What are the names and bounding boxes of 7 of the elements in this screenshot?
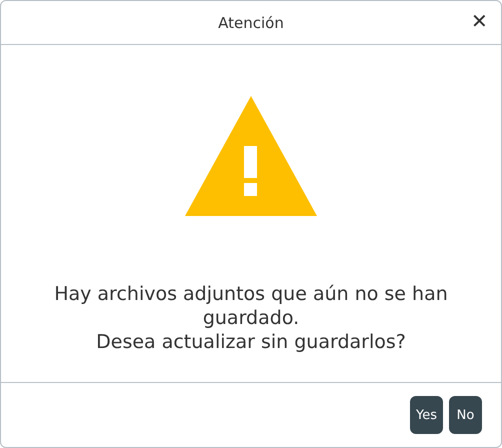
dialog-button[interactable]: No bbox=[449, 396, 482, 434]
dialog-button[interactable]: Yes bbox=[410, 396, 443, 434]
warning-icon bbox=[185, 96, 317, 216]
dialog-title: Atención bbox=[218, 14, 284, 32]
message-text: Hay archivos adjuntos que aún no se han guardado. bbox=[53, 282, 449, 330]
close-button[interactable]: ✕ bbox=[467, 10, 492, 34]
message-text: Desea actualizar sin guardarlos? bbox=[95, 330, 407, 354]
